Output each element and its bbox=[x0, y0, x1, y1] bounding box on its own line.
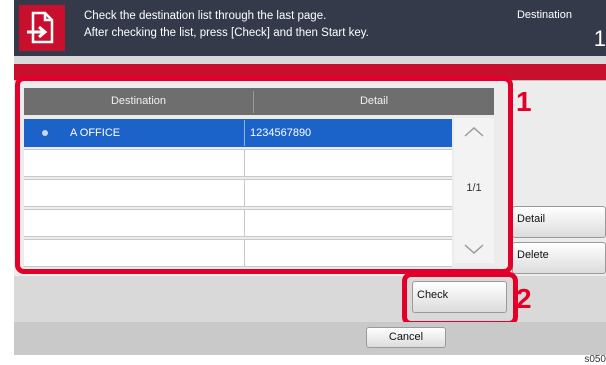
delete-button[interactable]: Delete bbox=[512, 242, 606, 274]
callout-number-1: 1 bbox=[516, 86, 532, 117]
panel-screen: Check the destination list through the l… bbox=[14, 0, 606, 355]
send-icon bbox=[19, 5, 65, 51]
header-bar: Check the destination list through the l… bbox=[14, 0, 606, 56]
bottom-bar bbox=[14, 322, 606, 355]
header-message-line2: After checking the list, press [Check] a… bbox=[84, 27, 369, 39]
header-message-line1: Check the destination list through the l… bbox=[84, 10, 327, 22]
check-callout-frame bbox=[402, 272, 518, 326]
destination-count-label: Destination bbox=[516, 9, 572, 21]
list-callout-frame bbox=[15, 76, 513, 274]
detail-button[interactable]: Detail bbox=[512, 206, 606, 238]
header-message: Check the destination list through the l… bbox=[84, 8, 369, 42]
cancel-button[interactable]: Cancel bbox=[366, 327, 446, 348]
destination-count-value: 1 bbox=[593, 26, 606, 51]
image-tag: s050 bbox=[584, 354, 606, 365]
callout-number-2: 2 bbox=[516, 283, 532, 314]
